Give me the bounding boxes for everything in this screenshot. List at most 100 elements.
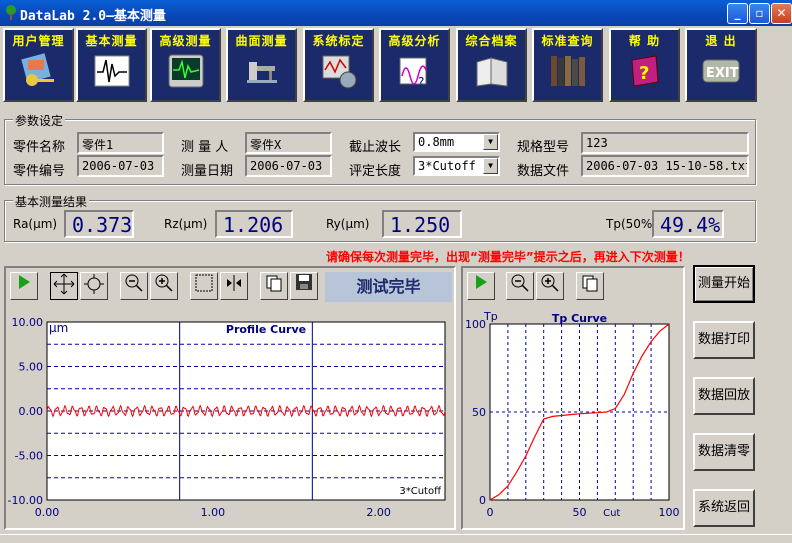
exit-sign-icon: EXIT (702, 59, 740, 83)
zoom-out-icon (511, 274, 529, 292)
zoom-target-icon (84, 274, 104, 294)
y-axis-label: μm (49, 321, 68, 335)
cutoff-select[interactable]: 0.8mm ▼ (413, 132, 500, 152)
toolbar-advanced-analysis[interactable]: 高级分析 ? (379, 28, 450, 102)
zoom-in-icon (541, 274, 559, 292)
start-measure-button[interactable]: 测量开始 (693, 265, 755, 303)
eval-length-label: 评定长度 (349, 164, 402, 179)
svg-text:EXIT: EXIT (706, 66, 739, 81)
y-tick-label: 0.00 (19, 405, 44, 418)
toolbar-advanced-measure[interactable]: 高级测量 (150, 28, 221, 102)
toolbar-standard-query[interactable]: 标准查询 (532, 28, 603, 102)
part-name-field[interactable]: 零件1 (77, 132, 164, 154)
y-tick-label: 5.00 (19, 361, 44, 374)
x-tick-label: 1.00 (201, 506, 226, 519)
part-no-label: 零件编号 (13, 164, 66, 179)
toolbar-user-management[interactable]: 用户管理 (3, 28, 74, 102)
eval-length-select[interactable]: 3*Cutoff ▼ (413, 156, 500, 176)
tp-label: Tp(50%) (606, 217, 657, 231)
tp-play-button[interactable] (467, 272, 495, 300)
toolbar-label: 综合档案 (465, 34, 518, 48)
x-tick-label: 50 (573, 506, 587, 519)
replay-data-button[interactable]: 数据回放 (693, 377, 755, 415)
toolbar-label: 退 出 (705, 34, 737, 48)
chevron-down-icon[interactable]: ▼ (483, 158, 498, 174)
operator-field[interactable]: 零件X (245, 132, 332, 154)
split-cursor-icon (227, 275, 241, 291)
zoom-out-icon (125, 274, 143, 292)
tp-value: 49.4% (652, 210, 724, 238)
minimize-button[interactable]: _ (727, 3, 748, 24)
profile-chart: 10.005.000.00-5.00-10.000.00 1.00 2.00Prof… (8, 316, 446, 519)
date-field[interactable]: 2006-07-03 (245, 155, 332, 177)
svg-text:?: ? (418, 75, 424, 89)
ra-value: 0.373 (64, 210, 134, 238)
toolbar-exit[interactable]: 退 出 EXIT (685, 28, 757, 102)
floppy-save-icon (296, 274, 312, 290)
spec-field[interactable]: 123 (581, 132, 749, 154)
x-axis-label: Cut (603, 508, 620, 519)
select-box-button[interactable] (190, 272, 218, 300)
archive-book-icon (476, 57, 508, 87)
toolbar-label: 系统标定 (312, 34, 365, 48)
toolbar-label: 高级分析 (388, 34, 441, 48)
y-tick-label: 10.00 (12, 316, 44, 329)
cursor-split-button[interactable] (220, 272, 248, 300)
tp-zoom-out-button[interactable] (506, 272, 534, 300)
title-bar: DataLab 2.0—基本测量 _ ▫ ✕ (0, 0, 792, 26)
toolbar-system-calibration[interactable]: 系统标定 (303, 28, 374, 102)
zoom-area-button[interactable] (80, 272, 108, 300)
chart-title: Profile Curve (226, 323, 306, 336)
chart-title: Tp Curve (552, 312, 607, 325)
toolbar-surface-measure[interactable]: 曲面测量 (226, 28, 297, 102)
status-label: 测试完毕 (325, 272, 452, 302)
warning-text: 请确保每次测量完毕，出现“测量完毕”提示之后，再进入下次测量！ (326, 250, 690, 264)
zoom-in-icon (155, 274, 173, 292)
surface-probe-icon (247, 62, 277, 83)
toolbar-basic-measure[interactable]: 基本测量 (76, 28, 147, 102)
operator-label: 测 量 人 (181, 140, 229, 155)
play-icon (476, 275, 487, 289)
play-button[interactable] (10, 272, 38, 300)
annotation: 3*Cutoff (399, 486, 442, 497)
tp-copy-button[interactable] (576, 272, 604, 300)
toolbar-label: 标准查询 (541, 34, 594, 48)
x-tick-label: 2.00 (366, 506, 391, 519)
y-tick-label: -5.00 (15, 450, 43, 463)
toolbar-archive[interactable]: 综合档案 (456, 28, 527, 102)
copy-button[interactable] (260, 272, 288, 300)
copy-icon (582, 275, 598, 292)
data-file-field[interactable]: 2006-07-03 15-10-58.txt (581, 155, 749, 177)
pan-button[interactable] (50, 272, 78, 300)
analysis-chart-icon: ? (399, 57, 427, 89)
part-no-field[interactable]: 2006-07-03 (77, 155, 164, 177)
maximize-button[interactable]: ▫ (749, 3, 770, 24)
toolbar-label: 曲面测量 (235, 34, 288, 48)
chevron-down-icon[interactable]: ▼ (483, 134, 498, 150)
status-bar (0, 534, 792, 543)
spec-label: 规格型号 (517, 140, 570, 155)
window-title: DataLab 2.0—基本测量 (20, 9, 166, 24)
close-button[interactable]: ✕ (771, 3, 792, 24)
ry-value: 1.250 (382, 210, 462, 238)
print-data-button[interactable]: 数据打印 (693, 321, 755, 359)
x-tick-label: 100 (659, 506, 680, 519)
calibration-icon (322, 55, 357, 89)
zoom-out-button[interactable] (120, 272, 148, 300)
toolbar-label: 用户管理 (12, 34, 65, 48)
x-tick-label: 0.00 (35, 506, 60, 519)
main-window: DataLab 2.0—基本测量 _ ▫ ✕ 用户管理 基本测量 高级测量 曲面… (0, 0, 792, 543)
toolbar-help[interactable]: 帮 助 ? (609, 28, 680, 102)
help-book-icon: ? (631, 55, 659, 87)
x-tick-label: 0 (487, 506, 494, 519)
params-title: 参数设定 (13, 112, 66, 129)
toolbar-label: 高级测量 (159, 34, 212, 48)
system-return-button[interactable]: 系统返回 (693, 489, 755, 527)
save-button[interactable] (290, 272, 318, 300)
tp-zoom-in-button[interactable] (536, 272, 564, 300)
y-tick-label: 0 (479, 494, 486, 507)
zoom-in-button[interactable] (150, 272, 178, 300)
y-tick-label: 100 (465, 318, 486, 331)
clear-data-button[interactable]: 数据清零 (693, 433, 755, 471)
waveform-monitor-icon (94, 55, 130, 87)
